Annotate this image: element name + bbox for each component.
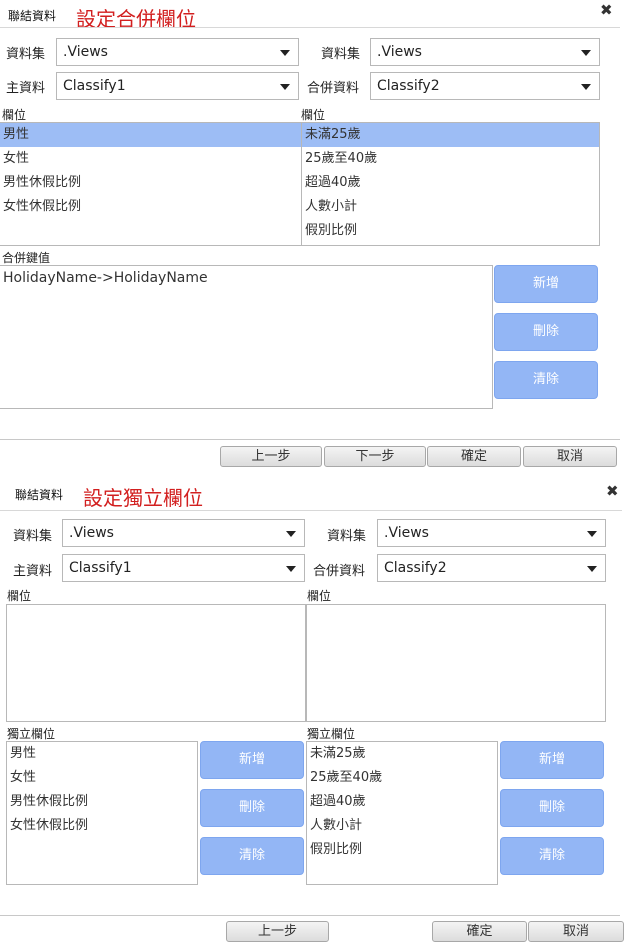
list-item[interactable]: 女性 xyxy=(7,766,197,790)
list-item[interactable]: 未滿25歲 xyxy=(302,123,599,147)
merge-label: 合併資料 xyxy=(307,81,360,96)
delete-button[interactable]: 刪除 xyxy=(494,313,598,351)
independent-fields-dialog: 聯結資料 設定獨立欄位 ✖ 資料集 .Views 資料集 .Views 主資料 … xyxy=(0,474,626,951)
fields-label-left: 欄位 xyxy=(7,589,32,603)
clear-button[interactable]: 清除 xyxy=(494,361,598,399)
list-item[interactable]: 男性 xyxy=(0,123,301,147)
delete-button-left[interactable]: 刪除 xyxy=(200,789,304,827)
chevron-down-icon xyxy=(286,566,296,572)
list-item[interactable]: 25歲至40歲 xyxy=(302,147,599,171)
left-indep-list[interactable]: 男性 女性 男性休假比例 女性休假比例 xyxy=(6,741,198,885)
merge-select-value: Classify2 xyxy=(384,560,447,576)
dataset-select-right[interactable]: .Views xyxy=(370,38,600,66)
dialog-title: 聯結資料 xyxy=(8,9,57,23)
merge-keys-list[interactable]: HolidayName->HolidayName xyxy=(0,265,493,409)
dialog-title: 聯結資料 xyxy=(15,488,64,502)
master-label: 主資料 xyxy=(6,81,46,96)
next-button[interactable]: 下一步 xyxy=(324,446,426,467)
list-item[interactable]: 男性 xyxy=(7,742,197,766)
dataset-select-left-value: .Views xyxy=(69,525,114,541)
cancel-button[interactable]: 取消 xyxy=(523,446,617,467)
title-divider xyxy=(0,27,620,28)
master-select[interactable]: Classify1 xyxy=(56,72,299,100)
chevron-down-icon xyxy=(280,84,290,90)
clear-button-right[interactable]: 清除 xyxy=(500,837,604,875)
merge-fields-dialog: 聯結資料 設定合併欄位 ✖ 資料集 .Views 資料集 .Views 主資料 … xyxy=(0,0,626,472)
list-item[interactable]: 女性 xyxy=(0,147,301,171)
list-item[interactable]: 25歲至40歲 xyxy=(307,766,497,790)
dataset-select-right[interactable]: .Views xyxy=(377,519,606,547)
dataset-label-left: 資料集 xyxy=(6,47,46,62)
ok-button[interactable]: 確定 xyxy=(432,921,527,942)
merge-select-value: Classify2 xyxy=(377,78,440,94)
dataset-label-right: 資料集 xyxy=(321,47,361,62)
dataset-select-left[interactable]: .Views xyxy=(62,519,305,547)
right-fields-list[interactable] xyxy=(306,604,606,722)
dataset-select-left[interactable]: .Views xyxy=(56,38,299,66)
ok-button[interactable]: 確定 xyxy=(427,446,521,467)
chevron-down-icon xyxy=(587,566,597,572)
chevron-down-icon xyxy=(581,50,591,56)
dataset-label-left: 資料集 xyxy=(13,529,53,544)
chevron-down-icon xyxy=(280,50,290,56)
clear-button-left[interactable]: 清除 xyxy=(200,837,304,875)
list-item[interactable]: 未滿25歲 xyxy=(307,742,497,766)
dataset-label-right: 資料集 xyxy=(327,529,367,544)
close-icon[interactable]: ✖ xyxy=(600,1,613,19)
list-item[interactable]: 男性休假比例 xyxy=(7,790,197,814)
merge-select[interactable]: Classify2 xyxy=(370,72,600,100)
indep-label-left: 獨立欄位 xyxy=(7,727,56,741)
chevron-down-icon xyxy=(587,531,597,537)
master-select[interactable]: Classify1 xyxy=(62,554,305,582)
add-button-left[interactable]: 新增 xyxy=(200,741,304,779)
merge-label: 合併資料 xyxy=(313,564,366,579)
close-icon[interactable]: ✖ xyxy=(606,482,619,500)
merge-keys-label: 合併鍵值 xyxy=(2,251,51,265)
dataset-select-left-value: .Views xyxy=(63,44,108,60)
right-fields-list[interactable]: 未滿25歲 25歲至40歲 超過40歲 人數小計 假別比例 xyxy=(301,122,600,246)
dataset-select-right-value: .Views xyxy=(377,44,422,60)
list-item[interactable]: 假別比例 xyxy=(307,838,497,862)
fields-label-right: 欄位 xyxy=(301,108,326,122)
footer-divider xyxy=(0,915,620,916)
footer-divider xyxy=(0,439,620,440)
right-indep-list[interactable]: 未滿25歲 25歲至40歲 超過40歲 人數小計 假別比例 xyxy=(306,741,498,885)
add-button[interactable]: 新增 xyxy=(494,265,598,303)
indep-label-right: 獨立欄位 xyxy=(307,727,356,741)
fields-label-left: 欄位 xyxy=(2,108,27,122)
add-button-right[interactable]: 新增 xyxy=(500,741,604,779)
title-divider xyxy=(0,510,622,511)
fields-label-right: 欄位 xyxy=(307,589,332,603)
merge-select[interactable]: Classify2 xyxy=(377,554,606,582)
list-item[interactable]: 男性休假比例 xyxy=(0,171,301,195)
master-label: 主資料 xyxy=(13,564,53,579)
prev-button[interactable]: 上一步 xyxy=(220,446,322,467)
list-item[interactable]: 超過40歲 xyxy=(307,790,497,814)
list-item[interactable]: 女性休假比例 xyxy=(7,814,197,838)
left-fields-list[interactable] xyxy=(6,604,306,722)
delete-button-right[interactable]: 刪除 xyxy=(500,789,604,827)
master-select-value: Classify1 xyxy=(63,78,126,94)
list-item[interactable]: 假別比例 xyxy=(302,219,599,243)
list-item[interactable]: 人數小計 xyxy=(302,195,599,219)
list-item[interactable]: 人數小計 xyxy=(307,814,497,838)
left-fields-list[interactable]: 男性 女性 男性休假比例 女性休假比例 xyxy=(0,122,302,246)
chevron-down-icon xyxy=(581,84,591,90)
prev-button[interactable]: 上一步 xyxy=(226,921,329,942)
cancel-button[interactable]: 取消 xyxy=(528,921,624,942)
chevron-down-icon xyxy=(286,531,296,537)
dataset-select-right-value: .Views xyxy=(384,525,429,541)
list-item[interactable]: 女性休假比例 xyxy=(0,195,301,219)
list-item[interactable]: 超過40歲 xyxy=(302,171,599,195)
dialog-heading: 設定獨立欄位 xyxy=(83,486,203,510)
master-select-value: Classify1 xyxy=(69,560,132,576)
list-item[interactable]: HolidayName->HolidayName xyxy=(0,266,492,290)
